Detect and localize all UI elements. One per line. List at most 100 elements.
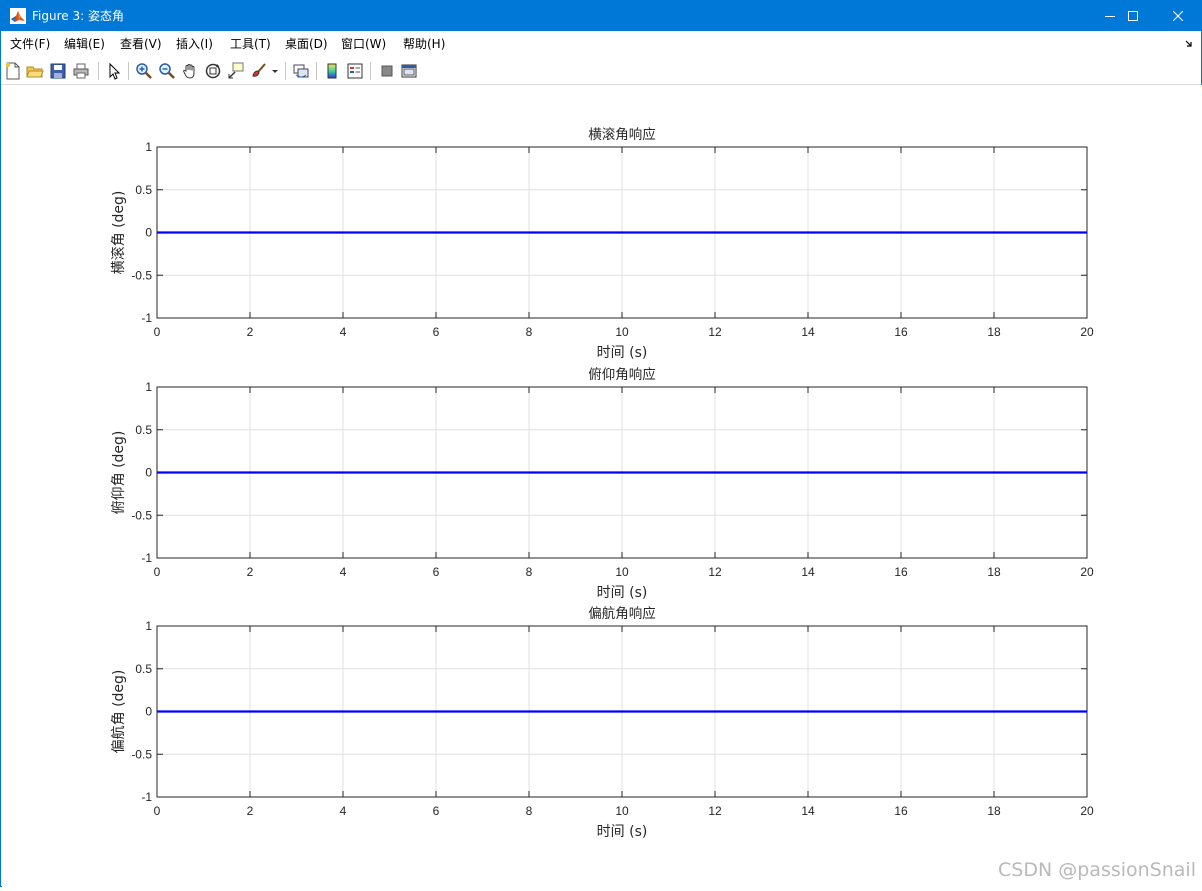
zoom-in-button[interactable] [135,62,153,80]
title-bar[interactable]: Figure 3: 姿态角 [1,1,1201,31]
y-tick-label: 0.5 [135,183,152,197]
x-tick-label: 8 [526,565,533,579]
y-tick-label: 0.5 [135,662,152,676]
y-tick-label: -0.5 [131,747,152,761]
toolbar-separator [128,62,129,80]
menu-file[interactable]: 文件(F) [10,37,50,52]
dock-arrow-icon[interactable] [1185,40,1193,48]
y-tick-label: 1 [145,140,152,154]
y-tick-label: -0.5 [131,508,152,522]
x-tick-label: 18 [987,804,1001,818]
x-tick-label: 8 [526,325,533,339]
subplots-svg: 0 2 4 6 8 10 12 14 16 18 2010.50-0.5-1横滚角响应时间 (s)横… [110,126,1094,840]
data-cursor-button[interactable] [227,62,245,80]
x-tick-label: 14 [801,325,815,339]
window-title: Figure 3: 姿态角 [32,9,124,23]
x-axis-label: 时间 (s) [597,585,648,601]
x-tick-label: 0 [154,804,161,818]
x-axis-label: 时间 (s) [597,345,648,361]
x-tick-label: 12 [708,325,722,339]
x-tick-label: 2 [247,804,254,818]
open-file-button[interactable] [26,62,44,80]
maximize-button[interactable] [1110,1,1156,31]
legend-button[interactable] [346,62,364,80]
x-tick-label: 20 [1080,565,1094,579]
x-tick-label: 0 [154,565,161,579]
pan-hand-icon [182,64,195,79]
x-tick-label: 14 [801,804,815,818]
axes-3[interactable]: 0 2 4 6 8 10 12 14 16 18 20 1 0.5 0 -0.5 -1 偏航角响应时间 (s) 偏… [111,605,1094,840]
brush-button[interactable] [250,62,268,80]
brush-icon [252,63,266,77]
menu-insert[interactable]: 插入(I) [176,37,213,52]
y-tick-label: -1 [141,790,152,804]
menu-bar: 文件(F) 编辑(E) 查看(V) 插入(I) 工具(T) 桌面(D) 窗口(W… [1,31,1201,58]
rotate-3d-button[interactable] [204,62,222,80]
y-tick-label: 0 [145,226,152,240]
x-axis-label: 时间 (s) [597,824,648,840]
menu-view[interactable]: 查看(V) [120,37,162,52]
zoom-in-icon [136,63,152,79]
menu-window[interactable]: 窗口(W) [341,37,386,52]
toolbar-separator [370,62,371,80]
y-axis-label: 俯仰角 (deg) [111,431,127,515]
pan-button[interactable] [181,62,199,80]
x-tick-label: 20 [1080,325,1094,339]
watermark: CSDN @passionSnail [998,859,1196,881]
new-figure-icon [5,62,20,80]
show-plot-tools-icon [401,64,417,78]
maximize-icon [1128,11,1138,21]
y-tick-label: 0 [145,705,152,719]
axes-1[interactable]: 0 2 4 6 8 10 12 14 16 18 20 1 0.5 0 -0.5 -1 横滚角响应时间 (s) 横… [110,126,1094,361]
link-plot-icon [293,64,309,78]
x-tick-label: 4 [340,325,347,339]
y-tick-label: -1 [141,551,152,565]
colorbar-button[interactable] [323,62,341,80]
x-tick-label: 6 [433,804,440,818]
print-icon [73,63,89,79]
new-figure-button[interactable] [4,62,22,80]
menu-tools[interactable]: 工具(T) [230,37,271,52]
x-tick-label: 10 [615,804,629,818]
menu-edit[interactable]: 编辑(E) [64,37,105,52]
menu-help[interactable]: 帮助(H) [403,37,445,52]
legend-icon [347,63,363,79]
axes-2[interactable]: 0 2 4 6 8 10 12 14 16 18 20 1 0.5 0 -0.5 -1 俯仰角响应时间 (s) 俯… [111,366,1094,601]
chevron-down-icon [272,70,278,73]
close-icon [1173,11,1183,21]
menu-desktop[interactable]: 桌面(D) [285,37,328,52]
zoom-out-icon [159,63,175,79]
y-tick-label: 0.5 [135,423,152,437]
x-tick-label: 16 [894,804,908,818]
toolbar-separator [285,62,286,80]
x-tick-label: 16 [894,325,908,339]
rotate-3d-icon [205,63,221,79]
matlab-logo-icon [10,8,26,24]
x-tick-label: 20 [1080,804,1094,818]
x-tick-label: 4 [340,565,347,579]
print-button[interactable] [72,62,90,80]
brush-dropdown[interactable] [271,62,279,80]
open-file-icon [26,66,44,78]
x-tick-label: 2 [247,565,254,579]
x-tick-label: 14 [801,565,815,579]
y-tick-label: -1 [141,311,152,325]
y-tick-label: 1 [145,380,152,394]
x-tick-label: 6 [433,565,440,579]
x-tick-label: 12 [708,804,722,818]
x-tick-label: 16 [894,565,908,579]
show-plot-tools-button[interactable] [400,62,418,80]
colorbar-icon [327,63,337,79]
hide-plot-tools-button[interactable] [378,62,396,80]
y-axis-label: 横滚角 (deg) [110,191,127,275]
zoom-out-button[interactable] [158,62,176,80]
link-plot-button[interactable] [292,62,310,80]
x-tick-label: 6 [433,325,440,339]
y-tick-label: 0 [145,466,152,480]
pointer-icon [109,62,121,80]
axes-title: 偏航角响应 [588,605,656,622]
close-button[interactable] [1155,1,1201,31]
pointer-button[interactable] [105,62,123,80]
save-button[interactable] [49,62,67,80]
axes-title: 横滚角响应 [588,126,656,143]
